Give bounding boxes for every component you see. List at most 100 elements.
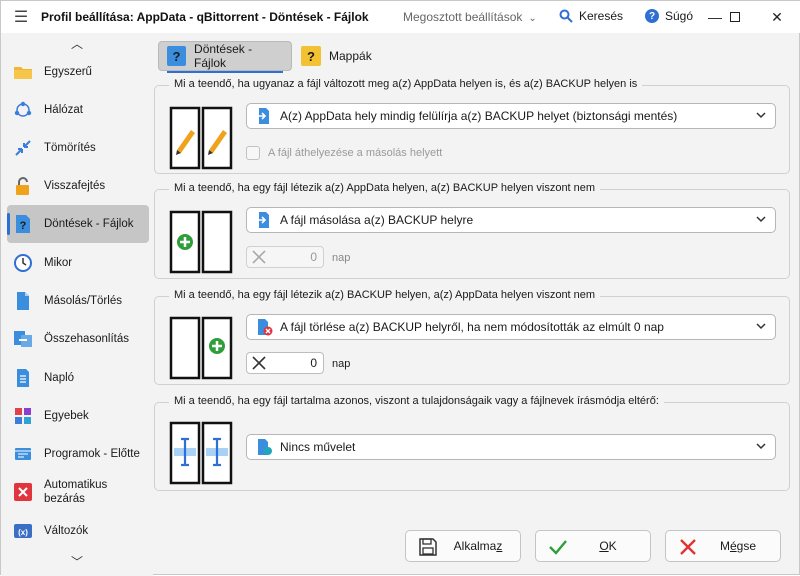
network-icon (14, 101, 32, 117)
sidebar-item-masolas-torles[interactable]: Másolás/Törlés (7, 282, 149, 320)
dropdown-value: A fájl törlése a(z) BACKUP helyről, ha n… (280, 320, 664, 334)
misc-icon (15, 408, 31, 424)
maximize-icon (730, 12, 740, 22)
apply-label: Alkalmaz (453, 539, 503, 553)
sidebar-item-label: Egyebek (44, 410, 89, 422)
sidebar-item-label: Döntések - Fájlok (44, 218, 134, 230)
sidebar-item-label: Automatikus bezárás (44, 479, 108, 505)
group-legend: Mi a teendő, ha ugyanaz a fájl változott… (169, 78, 643, 90)
file-status-icon (258, 439, 272, 455)
changed-action-dropdown[interactable]: A(z) AppData hely mindig felülírja a(z) … (246, 103, 776, 129)
sidebar-item-osszehasonlitas[interactable]: Összehasonlítás (7, 320, 149, 358)
sidebar-item-mikor[interactable]: Mikor (7, 244, 149, 282)
tab-mappak[interactable]: ? Mappák (293, 41, 383, 71)
sidebar-item-label: Tömörítés (44, 142, 96, 154)
log-icon (17, 369, 29, 387)
dropdown-value: Nincs művelet (280, 440, 356, 454)
tab-dontesek-fajlok[interactable]: ? Döntések - Fájlok (158, 41, 292, 73)
svg-text:(x): (x) (18, 528, 28, 537)
sidebar-item-tomorites[interactable]: Tömörítés (7, 129, 149, 167)
chevron-down-icon: ⌄ (528, 13, 537, 24)
sidebar-item-automatikus-bezaras[interactable]: Automatikus bezárás (7, 473, 149, 511)
days-unit-label: nap (332, 358, 351, 370)
only-backup-action-dropdown[interactable]: A fájl törlése a(z) BACKUP helyről, ha n… (246, 314, 776, 340)
ok-button[interactable]: OK (535, 530, 651, 562)
search-icon (559, 9, 573, 23)
profile-settings-window: ☰ Profil beállítása: AppData - qBittorre… (0, 0, 800, 576)
help-label: Súgó (665, 9, 694, 23)
scroll-up-icon[interactable]: ︿ (69, 35, 85, 51)
both-changed-illustration-icon (169, 106, 233, 170)
scroll-down-icon[interactable]: ﹀ (69, 553, 85, 569)
question-file-icon: ? (16, 215, 30, 233)
sidebar-item-label: Egyszerű (44, 66, 92, 78)
file-delete-icon (258, 319, 273, 336)
sidebar-item-label: Összehasonlítás (44, 333, 130, 345)
only-left-exists-illustration-icon (169, 210, 233, 274)
sidebar-item-egyebek[interactable]: Egyebek (7, 397, 149, 435)
sidebar-item-label: Visszafejtés (44, 180, 106, 192)
group-changed-both: Mi a teendő, ha ugyanaz a fájl változott… (154, 78, 790, 174)
x-icon (247, 353, 271, 373)
sidebar-item-visszafejtes[interactable]: Visszafejtés (7, 167, 149, 205)
cancel-button[interactable]: Mégse (665, 530, 781, 562)
ok-label: OK (599, 539, 617, 553)
dropdown-value: A(z) AppData hely mindig felülírja a(z) … (280, 109, 678, 123)
unlock-icon (16, 177, 29, 195)
tab-label: Döntések - Fájlok (194, 42, 253, 70)
apply-button[interactable]: Alkalmaz (405, 530, 521, 562)
group-attributes: Mi a teendő, ha egy fájl tartalma azonos… (154, 395, 790, 491)
clock-icon (14, 254, 32, 272)
days-spinbox[interactable]: 0 (246, 352, 324, 374)
maximize-button[interactable] (715, 1, 755, 33)
sidebar-item-dontesek-fajlok[interactable]: ? Döntések - Fájlok (7, 205, 149, 243)
sidebar-item-programok-elotte[interactable]: Programok - Előtte (7, 435, 149, 473)
group-legend: Mi a teendő, ha egy fájl létezik a(z) BA… (169, 289, 601, 301)
sidebar-item-label: Változók (44, 525, 89, 537)
close-red-icon (14, 483, 32, 501)
only-right-exists-illustration-icon (169, 316, 233, 380)
shared-settings-dropdown[interactable]: Megosztott beállítások ⌄ (403, 10, 537, 24)
days-value: 0 (310, 356, 317, 370)
file-copy-arrow-icon (257, 212, 269, 228)
help-icon: ? (645, 9, 659, 23)
file-copy-arrow-icon (257, 108, 269, 124)
question-folder-icon: ? (301, 46, 321, 66)
group-only-appdata: Mi a teendő, ha egy fájl létezik a(z) Ap… (154, 182, 790, 279)
days-unit-label: nap (332, 252, 351, 264)
sidebar-item-label: Programok - Előtte (44, 448, 140, 460)
chevron-down-icon (756, 112, 766, 119)
sidebar: ︿ Egyszerű Hálózat Tömörítés Visszafejté… (1, 33, 153, 576)
cancel-label: Mégse (719, 539, 757, 553)
x-icon (247, 247, 271, 267)
search-button[interactable]: Keresés (559, 9, 623, 23)
compress-icon (15, 140, 31, 156)
help-button[interactable]: ? Súgó (645, 9, 693, 23)
sidebar-item-halozat[interactable]: Hálózat (7, 91, 149, 129)
window-title: Profil beállítása: AppData - qBittorrent… (41, 10, 369, 24)
only-appdata-action-dropdown[interactable]: A fájl másolása a(z) BACKUP helyre (246, 207, 776, 233)
group-legend: Mi a teendő, ha egy fájl tartalma azonos… (169, 395, 664, 407)
sidebar-item-valtozok[interactable]: (x) Változók (7, 512, 149, 550)
sidebar-item-naplo[interactable]: Napló (7, 359, 149, 397)
move-instead-checkbox[interactable] (246, 146, 260, 160)
sidebar-item-label: Másolás/Törlés (44, 295, 122, 307)
move-instead-of-copy-option[interactable]: A fájl áthelyezése a másolás helyett (246, 146, 442, 160)
close-button[interactable]: ✕ (757, 1, 797, 33)
question-icon: ? (167, 46, 187, 66)
checkbox-label: A fájl áthelyezése a másolás helyett (268, 147, 443, 159)
copy-icon (17, 292, 29, 310)
menu-icon[interactable]: ☰ (1, 1, 41, 33)
sidebar-item-egyszeru[interactable]: Egyszerű (7, 53, 149, 91)
folder-icon (14, 67, 32, 79)
chevron-down-icon (756, 216, 766, 223)
days-spinbox-disabled[interactable]: 0 (246, 246, 324, 268)
dropdown-value: A fájl másolása a(z) BACKUP helyre (280, 213, 474, 227)
group-legend: Mi a teendő, ha egy fájl létezik a(z) Ap… (169, 182, 601, 194)
sidebar-item-label: Mikor (44, 257, 73, 269)
attributes-action-dropdown[interactable]: Nincs művelet (246, 434, 776, 460)
shared-settings-label: Megosztott beállítások (403, 10, 523, 24)
days-value: 0 (310, 250, 317, 264)
chevron-down-icon (756, 323, 766, 330)
sidebar-item-label: Hálózat (44, 104, 83, 116)
